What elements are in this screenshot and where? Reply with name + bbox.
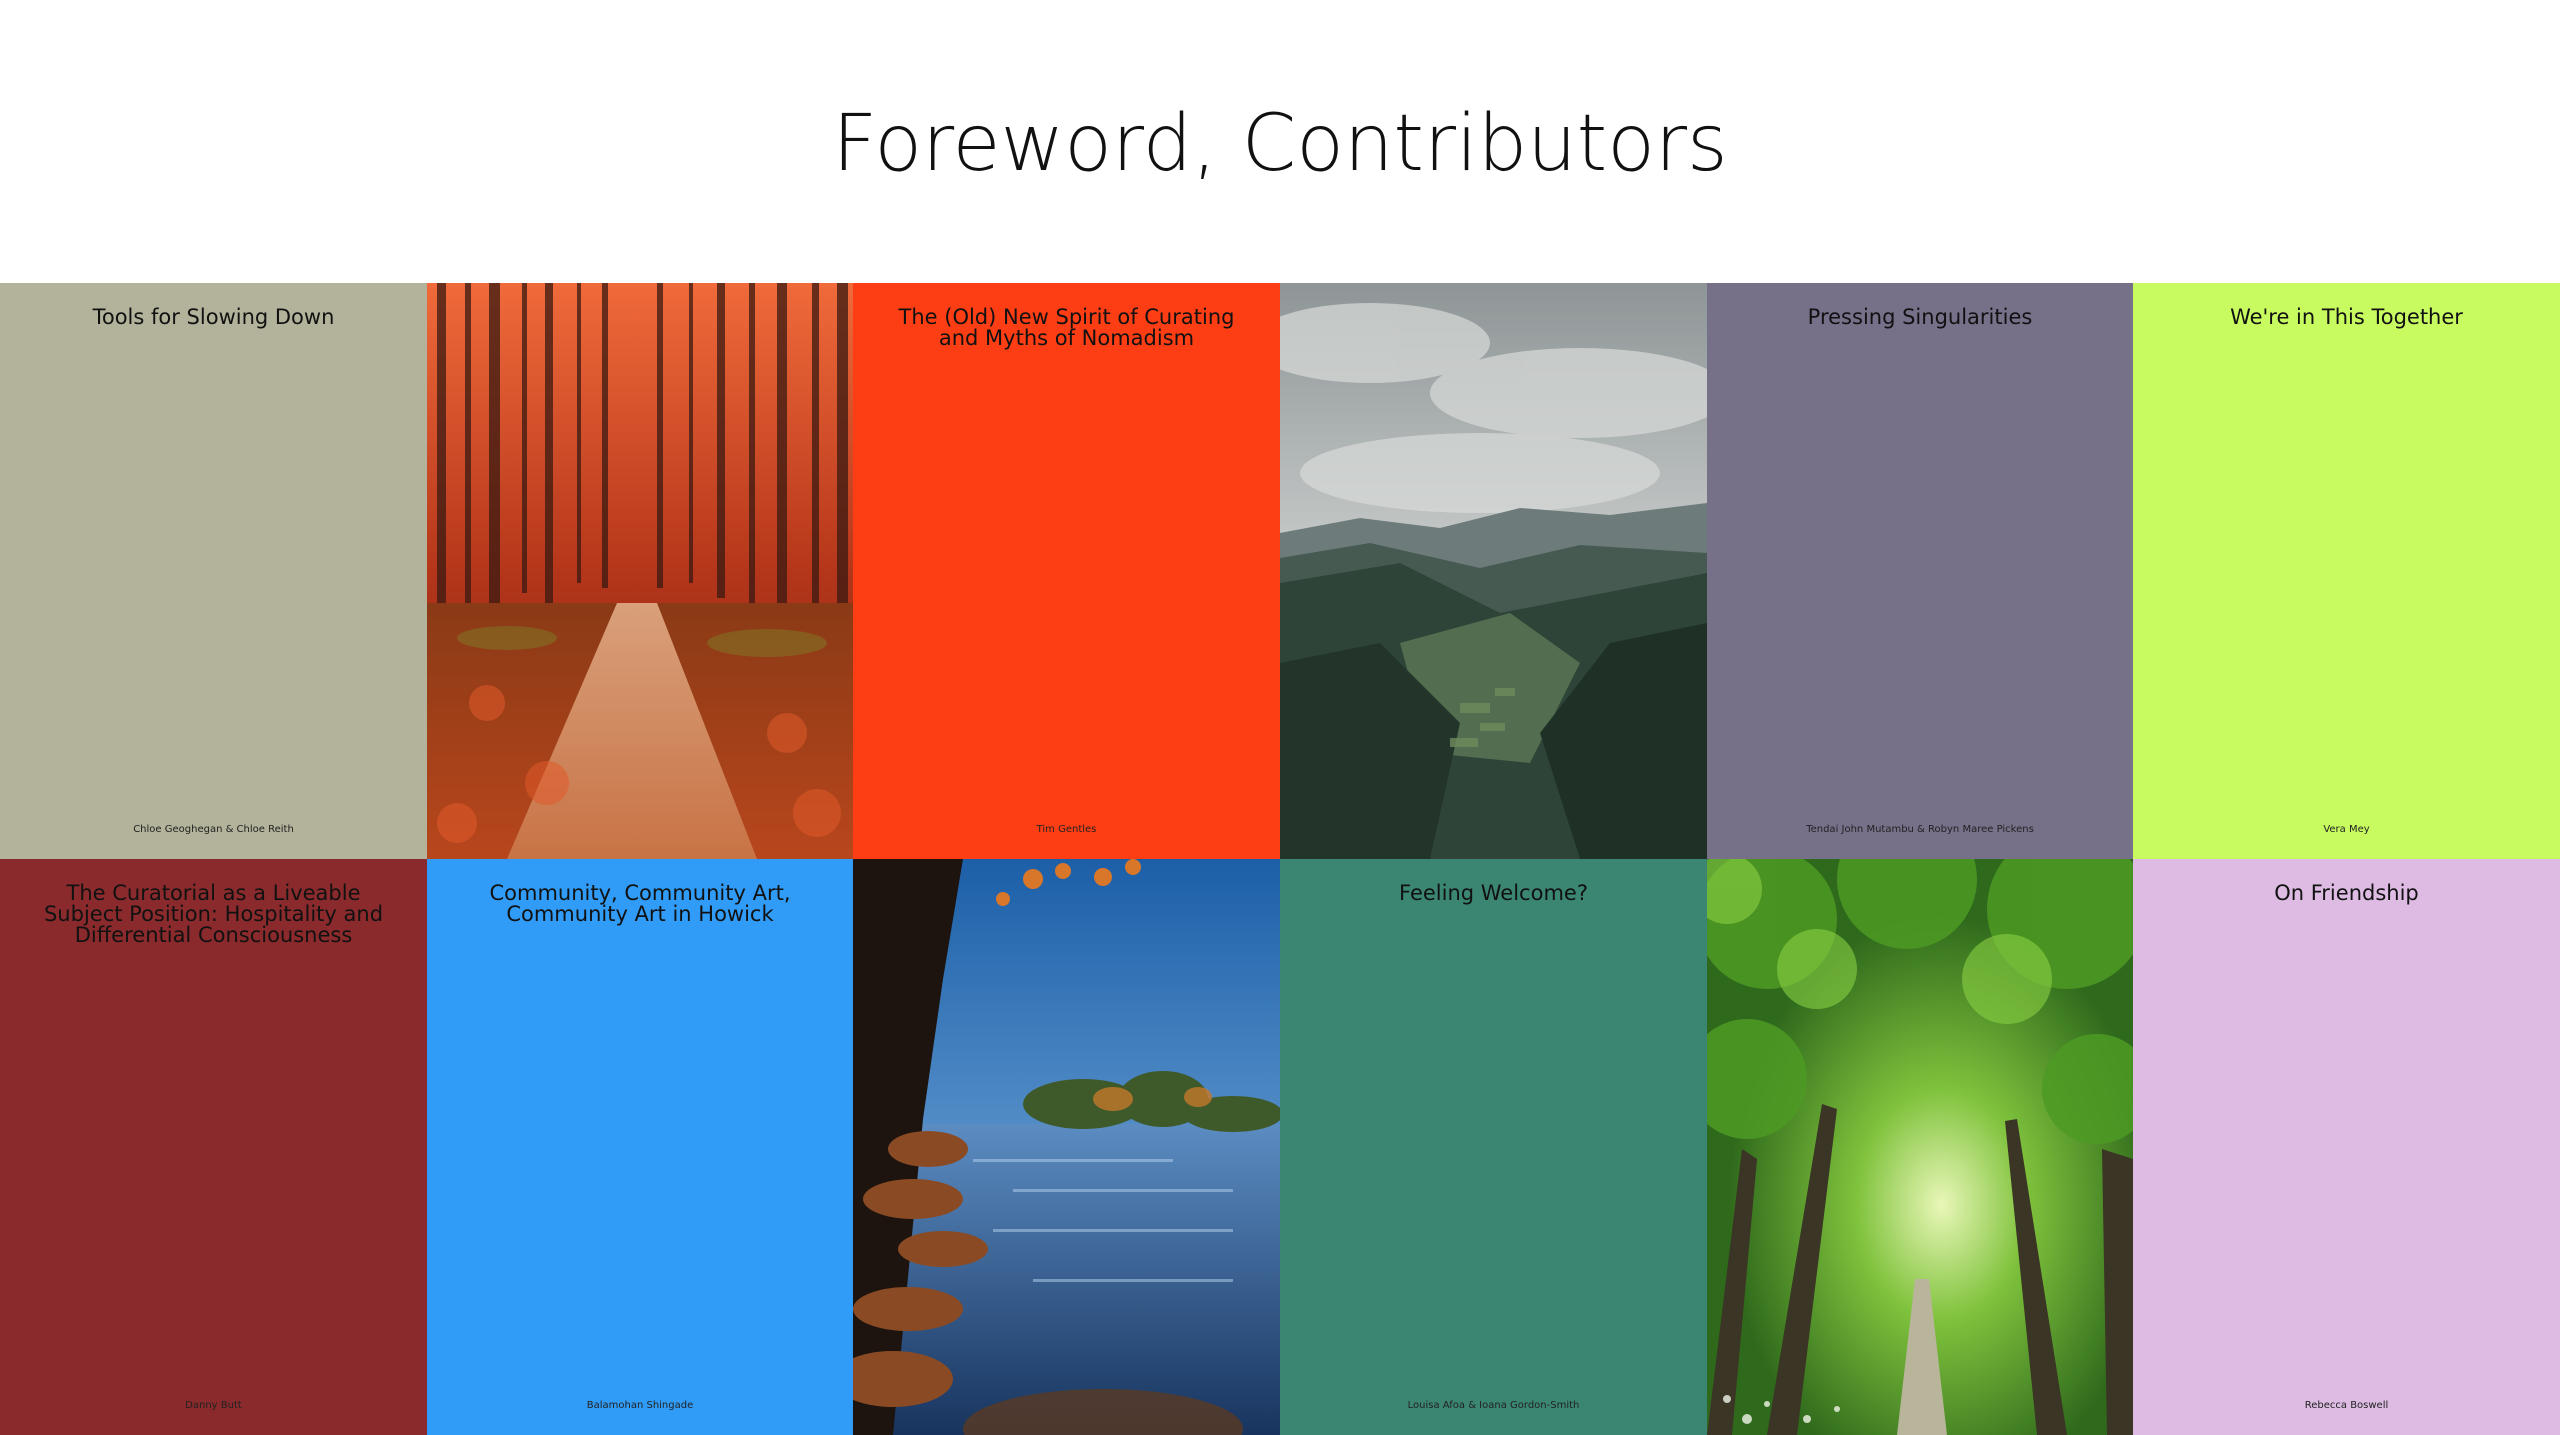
green-tree-tunnel-photo[interactable] bbox=[1707, 859, 2133, 1435]
page-header: Foreword, Contributors bbox=[0, 0, 2560, 283]
tile-author: Balamohan Shingade bbox=[586, 1400, 694, 1411]
tile-author: Chloe Geoghegan & Chloe Reith bbox=[133, 824, 294, 835]
tile-title: Pressing Singularities bbox=[1807, 305, 2033, 329]
tile-tools-for-slowing-down[interactable]: Tools for Slowing Down Chloe Geoghegan &… bbox=[0, 283, 427, 859]
tile-old-new-spirit-of-curating[interactable]: The (Old) New Spirit of Curating and Myt… bbox=[853, 283, 1280, 859]
tile-author: Danny Butt bbox=[185, 1400, 242, 1411]
tile-author: Louisa Afoa & Ioana Gordon-Smith bbox=[1407, 1400, 1580, 1411]
tile-were-in-this-together[interactable]: We're in This Together Vera Mey bbox=[2133, 283, 2560, 859]
mountain-valley-photo[interactable] bbox=[1280, 283, 1707, 859]
tile-title: Community, Community Art, Community Art … bbox=[489, 881, 791, 926]
tile-on-friendship[interactable]: On Friendship Rebecca Boswell bbox=[2133, 859, 2560, 1435]
tile-title: The Curatorial as a Liveable Subject Pos… bbox=[43, 881, 384, 947]
tile-author: Rebecca Boswell bbox=[2304, 1400, 2389, 1411]
tile-author: Tendai John Mutambu & Robyn Maree Picken… bbox=[1806, 824, 2034, 835]
tile-feeling-welcome[interactable]: Feeling Welcome? Louisa Afoa & Ioana Gor… bbox=[1280, 859, 1707, 1435]
lake-shore-photo[interactable] bbox=[853, 859, 1280, 1435]
tile-author: Vera Mey bbox=[2323, 824, 2370, 835]
tile-title: We're in This Together bbox=[2230, 305, 2463, 329]
tile-author: Tim Gentles bbox=[1036, 824, 1097, 835]
autumn-forest-path-photo[interactable] bbox=[427, 283, 853, 859]
tile-title: The (Old) New Spirit of Curating and Myt… bbox=[898, 305, 1235, 350]
tile-title: Tools for Slowing Down bbox=[92, 305, 335, 329]
tile-title: Feeling Welcome? bbox=[1399, 881, 1588, 905]
tile-curatorial-as-liveable-subject[interactable]: The Curatorial as a Liveable Subject Pos… bbox=[0, 859, 427, 1435]
tile-pressing-singularities[interactable]: Pressing Singularities Tendai John Mutam… bbox=[1707, 283, 2133, 859]
contributions-grid: Tools for Slowing Down Chloe Geoghegan &… bbox=[0, 283, 2560, 1435]
tile-title: On Friendship bbox=[2274, 881, 2419, 905]
page-title: Foreword, Contributors bbox=[832, 98, 1728, 189]
tile-community-art-in-howick[interactable]: Community, Community Art, Community Art … bbox=[427, 859, 853, 1435]
